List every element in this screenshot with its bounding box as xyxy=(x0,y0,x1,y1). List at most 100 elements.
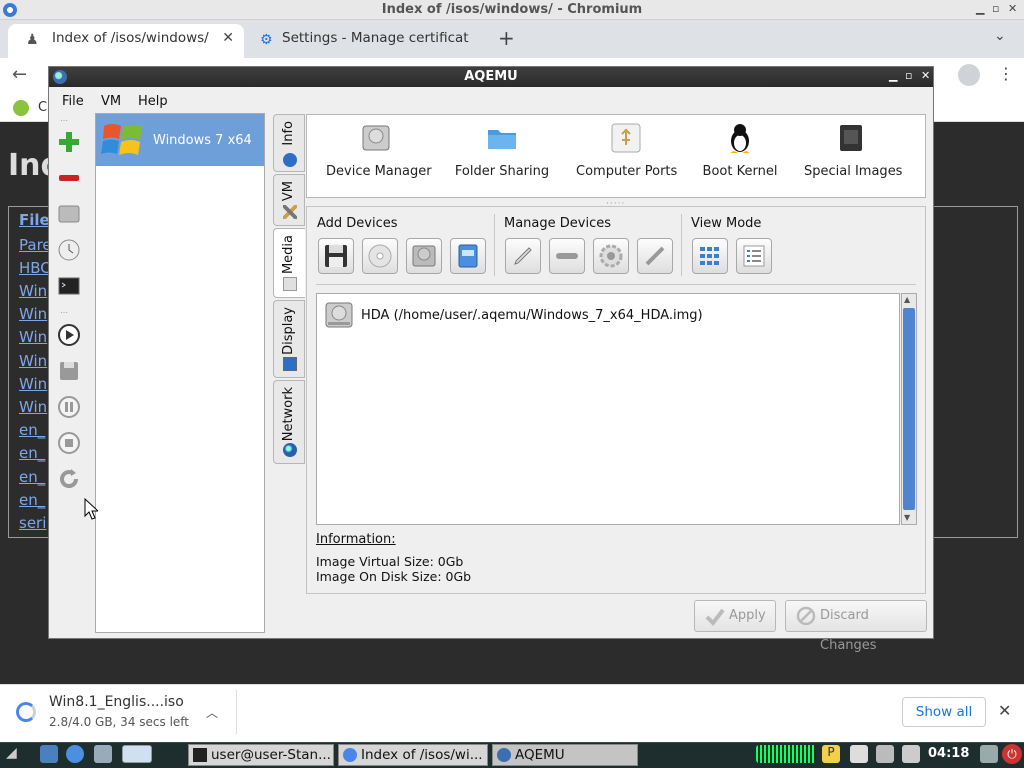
add-cdrom-button[interactable] xyxy=(362,238,398,274)
scroll-down-icon[interactable]: ▼ xyxy=(904,513,910,522)
add-vm-icon[interactable] xyxy=(56,129,82,155)
clock[interactable]: 04:18 xyxy=(928,746,969,761)
vm-name: Windows 7 x64 xyxy=(153,133,252,148)
file-link[interactable]: Win xyxy=(19,328,47,346)
file-link[interactable]: Pare xyxy=(19,236,52,254)
search-icon[interactable] xyxy=(850,745,868,763)
icon-view-button[interactable] xyxy=(692,238,728,274)
clock-icon[interactable] xyxy=(56,237,82,263)
file-link[interactable]: en_ xyxy=(19,421,45,439)
device-list xyxy=(316,293,900,525)
computer-ports-button[interactable]: Computer Ports xyxy=(576,122,677,179)
close-icon[interactable]: ✕ xyxy=(1008,2,1017,15)
delete-vm-icon[interactable] xyxy=(56,165,82,191)
device-list-item[interactable]: HDA (/home/user/.aqemu/Windows_7_x64_HDA… xyxy=(361,308,703,323)
file-link[interactable]: en_ xyxy=(19,491,45,509)
device-manager-button[interactable]: Device Manager xyxy=(326,122,432,179)
maximize-icon[interactable]: ▫ xyxy=(992,2,999,15)
start-vm-icon[interactable] xyxy=(56,322,82,348)
start-menu-icon[interactable]: ◢ xyxy=(6,745,24,763)
download-bar xyxy=(0,684,1024,742)
tab-search-chevron-icon[interactable]: ⌄ xyxy=(994,28,1006,44)
vm-disk-icon[interactable] xyxy=(56,201,82,227)
close-icon[interactable]: ✕ xyxy=(921,69,930,82)
bookmark-icon[interactable] xyxy=(13,100,29,116)
new-tab-plus-icon[interactable]: + xyxy=(498,26,515,50)
terminal-icon[interactable] xyxy=(56,273,82,299)
tab-index-of-isos[interactable]: ♟ Index of /isos/windows/ ✕ xyxy=(8,24,244,58)
notification-icon[interactable] xyxy=(980,745,998,763)
list-view-button[interactable] xyxy=(736,238,772,274)
file-manager-icon[interactable] xyxy=(94,745,112,763)
device-properties-button[interactable] xyxy=(593,238,629,274)
reset-vm-icon[interactable] xyxy=(56,466,82,492)
add-storage-button[interactable] xyxy=(450,238,486,274)
apply-button[interactable]: Apply xyxy=(694,600,776,632)
clipboard-icon[interactable]: P xyxy=(822,745,840,763)
info-icon xyxy=(283,153,297,167)
file-link[interactable]: en_ xyxy=(19,444,45,462)
file-link[interactable]: Win xyxy=(19,398,47,416)
edit-device-button[interactable] xyxy=(505,238,541,274)
tab-network[interactable]: Network xyxy=(273,380,305,464)
tab-settings[interactable]: ⚙ Settings - Manage certificat xyxy=(248,24,488,58)
add-floppy-button[interactable] xyxy=(318,238,354,274)
taskbar-item-label: user@user-Stan... xyxy=(211,747,331,763)
column-header-file[interactable]: File xyxy=(19,211,50,229)
network-icon[interactable] xyxy=(902,745,920,763)
stop-vm-icon[interactable] xyxy=(56,430,82,456)
scrollbar-thumb[interactable] xyxy=(903,308,915,510)
file-link[interactable]: HBC xyxy=(19,259,51,277)
file-link[interactable]: Win xyxy=(19,375,47,393)
tab-display[interactable]: Display xyxy=(273,300,305,378)
profile-avatar-icon[interactable] xyxy=(958,64,980,86)
minimize-icon[interactable]: ▁ xyxy=(889,69,897,82)
tab-label: Settings - Manage certificat xyxy=(282,30,469,46)
tab-close-icon[interactable]: ✕ xyxy=(222,30,234,46)
menu-vm[interactable]: VM xyxy=(101,94,121,109)
remove-device-button[interactable] xyxy=(549,238,585,274)
special-images-button[interactable]: Special Images xyxy=(804,122,902,179)
save-state-icon[interactable] xyxy=(56,358,82,384)
tab-info[interactable]: Info xyxy=(273,114,305,172)
scroll-up-icon[interactable]: ▲ xyxy=(904,295,910,304)
menu-file[interactable]: File xyxy=(62,94,84,109)
file-link[interactable]: Win xyxy=(19,305,47,323)
cd-rom-icon xyxy=(368,244,392,268)
button-label: Apply xyxy=(729,608,766,623)
workspace-icon[interactable] xyxy=(122,745,152,763)
file-link[interactable]: Win xyxy=(19,282,47,300)
maximize-icon[interactable]: ▫ xyxy=(905,69,912,82)
discard-changes-button[interactable]: Discard Changes xyxy=(785,600,927,653)
taskbar-item-aqemu[interactable]: AQEMU xyxy=(492,744,638,766)
close-download-bar-icon[interactable]: ✕ xyxy=(998,701,1011,720)
file-link[interactable]: en_ xyxy=(19,468,45,486)
power-icon[interactable]: ⏻ xyxy=(1002,744,1022,764)
tab-vm[interactable]: VM xyxy=(273,174,305,226)
tab-label: Network xyxy=(281,387,296,442)
format-device-button[interactable] xyxy=(637,238,673,274)
folder-sharing-button[interactable]: Folder Sharing xyxy=(454,122,550,179)
menu-help[interactable]: Help xyxy=(138,94,168,109)
menubar xyxy=(49,88,933,112)
file-link[interactable]: seri xyxy=(19,514,46,532)
taskbar-item-label: Index of /isos/wi... xyxy=(361,747,483,763)
download-file-name[interactable]: Win8.1_Englis....iso xyxy=(49,694,184,710)
menu-kebab-icon[interactable]: ⋮ xyxy=(998,64,1014,83)
show-desktop-icon[interactable] xyxy=(40,745,58,763)
taskbar-item-chromium[interactable]: Index of /isos/wi... xyxy=(338,744,488,766)
show-all-button[interactable]: Show all xyxy=(902,697,986,727)
boot-kernel-button[interactable]: Boot Kernel xyxy=(700,122,780,179)
add-hard-disk-button[interactable] xyxy=(406,238,442,274)
bookmark-label[interactable]: C xyxy=(38,100,47,115)
file-link[interactable]: Win xyxy=(19,352,47,370)
tray-app-icon[interactable] xyxy=(876,745,894,763)
chevron-up-icon[interactable]: ︿ xyxy=(206,704,218,721)
minimize-icon[interactable]: ▁ xyxy=(976,2,984,15)
gear-icon xyxy=(599,244,623,268)
pause-vm-icon[interactable] xyxy=(56,394,82,420)
browser-launcher-icon[interactable] xyxy=(66,745,84,763)
taskbar-item-terminal[interactable]: user@user-Stan... xyxy=(188,744,334,766)
tab-media[interactable]: Media xyxy=(273,228,305,298)
back-arrow-icon[interactable]: ← xyxy=(12,64,27,85)
